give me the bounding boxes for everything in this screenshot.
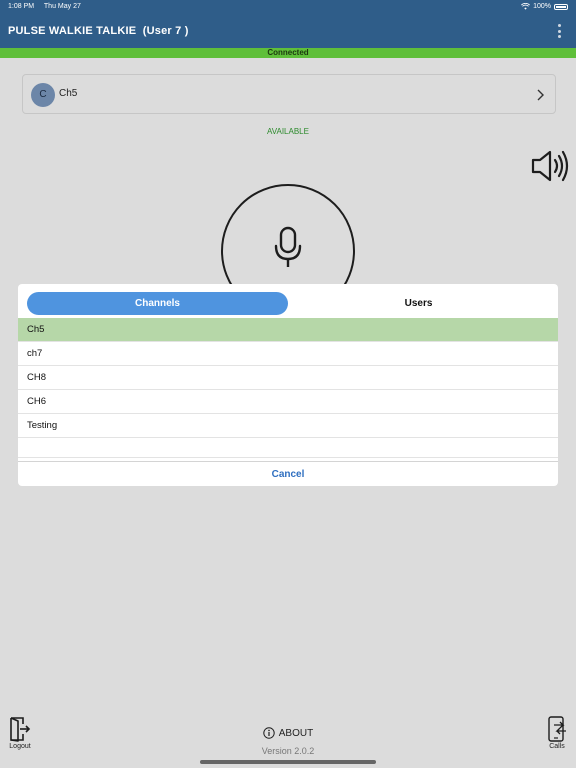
chevron-right-icon (537, 89, 544, 101)
cancel-button[interactable]: Cancel (18, 461, 558, 486)
tab-channels[interactable]: Channels (27, 292, 288, 315)
channel-picker-modal: Channels Users Ch5 ch7 CH8 CH6 Testing C… (18, 284, 558, 486)
tab-users[interactable]: Users (288, 292, 549, 315)
microphone-icon (274, 226, 302, 267)
wifi-icon (521, 3, 531, 10)
battery-icon (554, 3, 568, 10)
status-left: 1:08 PM Thu May 27 (8, 3, 89, 10)
calls-label: Calls (549, 743, 565, 750)
home-indicator (200, 760, 376, 764)
app-title: PULSE WALKIE TALKIE (User 7 ) (8, 25, 189, 37)
channel-row-ch7[interactable]: ch7 (18, 342, 558, 366)
app-header: PULSE WALKIE TALKIE (User 7 ) (0, 14, 576, 48)
connection-status: Connected (0, 48, 576, 58)
kebab-menu-icon[interactable] (556, 24, 562, 38)
version-text: Version 2.0.2 (261, 746, 315, 756)
segment-control: Channels Users (18, 284, 558, 318)
battery-percent: 100% (533, 3, 551, 10)
about-label: ABOUT (278, 727, 314, 739)
status-right: 100% (521, 3, 568, 10)
availability-status: AVAILABLE (267, 127, 309, 136)
channel-avatar: C (31, 83, 55, 107)
channel-row-testing[interactable]: Testing (18, 414, 558, 438)
channel-selector[interactable]: C Ch5 (22, 74, 556, 114)
channel-row-ch8[interactable]: CH8 (18, 366, 558, 390)
channel-list: Ch5 ch7 CH8 CH6 Testing (18, 318, 558, 458)
channel-name: Ch5 (59, 88, 78, 99)
about-button[interactable]: ABOUT (263, 727, 313, 739)
status-bar: 1:08 PM Thu May 27 100% (0, 0, 576, 14)
info-icon (263, 727, 275, 739)
status-date: Thu May 27 (43, 3, 81, 10)
channel-row-ch6[interactable]: CH6 (18, 390, 558, 414)
channel-row-ch5[interactable]: Ch5 (18, 318, 558, 342)
channel-row-empty (18, 438, 558, 458)
status-time: 1:08 PM (8, 3, 35, 10)
phone-transfer-icon (548, 716, 566, 742)
calls-button[interactable]: Calls (542, 716, 572, 750)
about-section: ABOUT Version 2.0.2 (0, 726, 576, 756)
speaker-volume-icon[interactable] (530, 148, 570, 184)
